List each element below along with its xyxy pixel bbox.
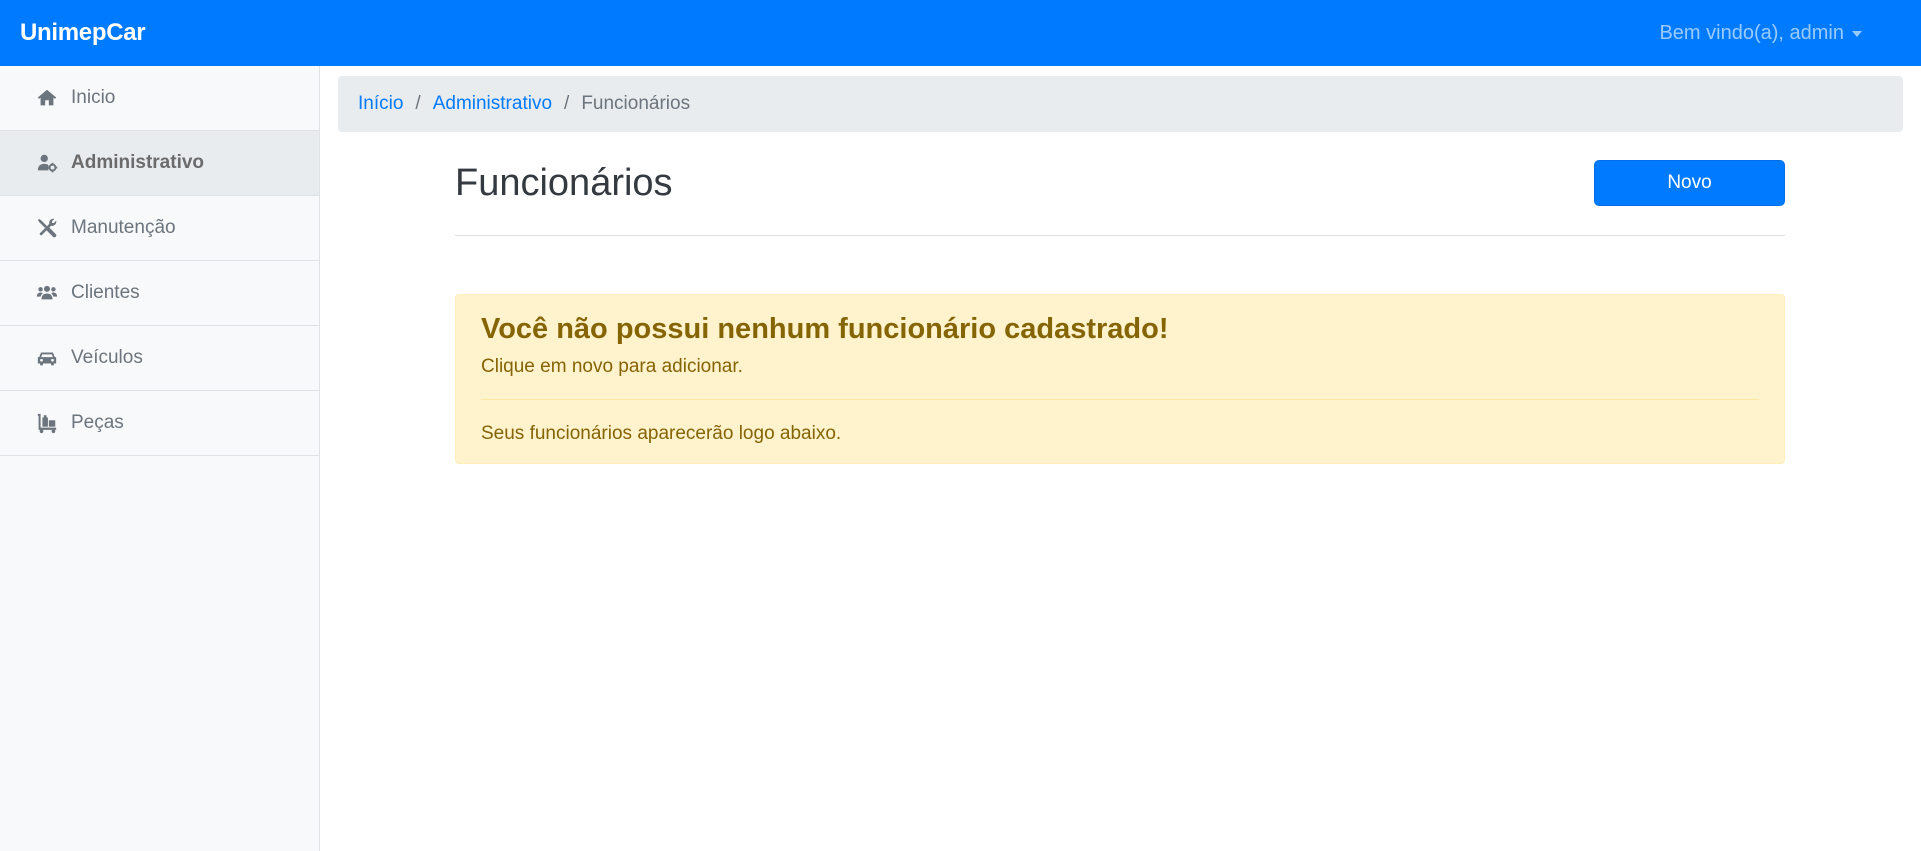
brand-logo[interactable]: UnimepCar xyxy=(20,19,146,47)
tools-icon xyxy=(35,217,59,239)
sidebar: Inicio Administrativo Manutenção Cliente… xyxy=(0,66,320,851)
sidebar-item-pecas[interactable]: Peças xyxy=(0,391,319,456)
dolly-icon xyxy=(35,412,59,434)
users-icon xyxy=(35,282,59,304)
sidebar-item-label: Veículos xyxy=(71,347,143,368)
alert-divider xyxy=(481,399,1759,400)
sidebar-item-label: Manutenção xyxy=(71,217,176,238)
alert-heading: Você não possui nenhum funcionário cadas… xyxy=(481,313,1169,345)
breadcrumb-current: Funcionários xyxy=(581,93,691,114)
user-menu-dropdown[interactable]: Bem vindo(a), admin xyxy=(1659,22,1862,45)
breadcrumb: Início / Administrativo / Funcionários xyxy=(338,76,1903,132)
sidebar-item-veiculos[interactable]: Veículos xyxy=(0,326,319,391)
breadcrumb-separator: / xyxy=(564,93,570,114)
page-title: Funcionários xyxy=(455,162,673,204)
sidebar-item-clientes[interactable]: Clientes xyxy=(0,261,319,326)
car-icon xyxy=(35,347,59,369)
user-cog-icon xyxy=(35,152,59,174)
sidebar-item-label: Clientes xyxy=(71,282,140,303)
breadcrumb-separator: / xyxy=(415,93,421,114)
sidebar-item-inicio[interactable]: Inicio xyxy=(0,66,319,131)
home-icon xyxy=(35,87,59,109)
sidebar-item-manutencao[interactable]: Manutenção xyxy=(0,196,319,261)
breadcrumb-link-administrativo[interactable]: Administrativo xyxy=(433,93,552,115)
empty-state-alert: Você não possui nenhum funcionário cadas… xyxy=(455,294,1785,464)
breadcrumb-link-inicio[interactable]: Início xyxy=(358,93,403,115)
top-navbar: UnimepCar Bem vindo(a), admin xyxy=(0,0,1921,66)
new-button[interactable]: Novo xyxy=(1594,160,1785,206)
sidebar-item-label: Peças xyxy=(71,412,124,433)
sidebar-item-label: Inicio xyxy=(71,87,116,108)
divider xyxy=(455,235,1785,236)
alert-subtext: Clique em novo para adicionar. xyxy=(481,356,743,377)
caret-down-icon xyxy=(1852,31,1862,37)
alert-footer: Seus funcionários aparecerão logo abaixo… xyxy=(481,423,842,444)
sidebar-item-label: Administrativo xyxy=(71,152,205,173)
sidebar-item-administrativo[interactable]: Administrativo xyxy=(0,131,319,196)
user-menu-label: Bem vindo(a), admin xyxy=(1659,21,1844,44)
